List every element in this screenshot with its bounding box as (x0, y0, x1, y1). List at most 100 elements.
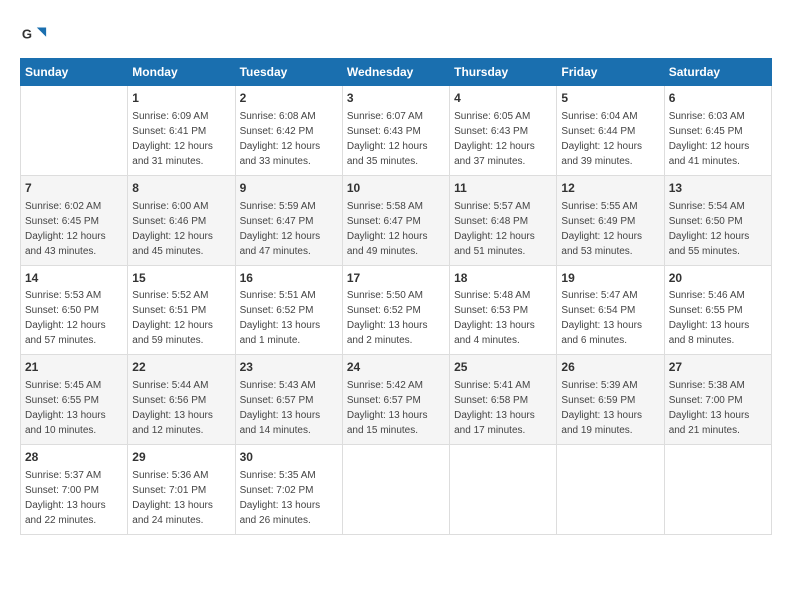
day-info: Sunrise: 6:02 AMSunset: 6:45 PMDaylight:… (25, 199, 123, 259)
day-info: Sunrise: 5:35 AMSunset: 7:02 PMDaylight:… (240, 468, 338, 528)
days-of-week-row: SundayMondayTuesdayWednesdayThursdayFrid… (21, 59, 772, 86)
calendar-cell: 16Sunrise: 5:51 AMSunset: 6:52 PMDayligh… (235, 265, 342, 355)
calendar-week-row: 21 Sunrise: 5:45 AMSunset: 6:55 PMDayligh… (21, 355, 772, 445)
calendar-cell: 11 Sunrise: 5:57 AMSunset: 6:48 PMDayligh… (450, 175, 557, 265)
calendar-cell: 23 Sunrise: 5:43 AMSunset: 6:57 PMDayligh… (235, 355, 342, 445)
calendar-cell: 21 Sunrise: 5:45 AMSunset: 6:55 PMDayligh… (21, 355, 128, 445)
day-number: 16 (240, 270, 338, 287)
calendar-body: 1 Sunrise: 6:09 AMSunset: 6:41 PMDaylight… (21, 86, 772, 535)
calendar-cell: 27 Sunrise: 5:38 AMSunset: 7:00 PMDayligh… (664, 355, 771, 445)
calendar-cell (664, 445, 771, 535)
day-of-week-header: Sunday (21, 59, 128, 86)
logo-icon: G (20, 20, 48, 48)
day-number: 11 (454, 180, 552, 197)
day-info: Sunrise: 5:41 AMSunset: 6:58 PMDaylight:… (454, 378, 552, 438)
day-number: 24 (347, 359, 445, 376)
day-info: Sunrise: 6:00 AMSunset: 6:46 PMDaylight:… (132, 199, 230, 259)
day-info: Sunrise: 5:36 AMSunset: 7:01 PMDaylight:… (132, 468, 230, 528)
calendar-table: SundayMondayTuesdayWednesdayThursdayFrid… (20, 58, 772, 535)
calendar-cell: 8 Sunrise: 6:00 AMSunset: 6:46 PMDaylight… (128, 175, 235, 265)
calendar-cell: 10 Sunrise: 5:58 AMSunset: 6:47 PMDayligh… (342, 175, 449, 265)
day-of-week-header: Friday (557, 59, 664, 86)
calendar-cell: 5 Sunrise: 6:04 AMSunset: 6:44 PMDaylight… (557, 86, 664, 176)
calendar-cell: 15Sunrise: 5:52 AMSunset: 6:51 PMDayligh… (128, 265, 235, 355)
calendar-cell (450, 445, 557, 535)
calendar-cell: 29 Sunrise: 5:36 AMSunset: 7:01 PMDayligh… (128, 445, 235, 535)
calendar-cell: 25 Sunrise: 5:41 AMSunset: 6:58 PMDayligh… (450, 355, 557, 445)
day-info: Sunrise: 6:09 AMSunset: 6:41 PMDaylight:… (132, 109, 230, 169)
header: G (20, 20, 772, 48)
day-of-week-header: Monday (128, 59, 235, 86)
day-number: 12 (561, 180, 659, 197)
day-number: 1 (132, 90, 230, 107)
day-number: 30 (240, 449, 338, 466)
day-info: Sunrise: 5:44 AMSunset: 6:56 PMDaylight:… (132, 378, 230, 438)
calendar-cell: 28Sunrise: 5:37 AMSunset: 7:00 PMDayligh… (21, 445, 128, 535)
day-number: 15 (132, 270, 230, 287)
day-info: Sunrise: 6:08 AMSunset: 6:42 PMDaylight:… (240, 109, 338, 169)
calendar-cell: 9 Sunrise: 5:59 AMSunset: 6:47 PMDaylight… (235, 175, 342, 265)
day-of-week-header: Tuesday (235, 59, 342, 86)
day-number: 18 (454, 270, 552, 287)
calendar-cell (557, 445, 664, 535)
day-number: 6 (669, 90, 767, 107)
svg-text:G: G (22, 27, 32, 42)
day-number: 20 (669, 270, 767, 287)
day-of-week-header: Thursday (450, 59, 557, 86)
day-number: 25 (454, 359, 552, 376)
calendar-cell: 17Sunrise: 5:50 AMSunset: 6:52 PMDayligh… (342, 265, 449, 355)
calendar-cell: 22 Sunrise: 5:44 AMSunset: 6:56 PMDayligh… (128, 355, 235, 445)
calendar-cell: 18Sunrise: 5:48 AMSunset: 6:53 PMDayligh… (450, 265, 557, 355)
calendar-cell: 12 Sunrise: 5:55 AMSunset: 6:49 PMDayligh… (557, 175, 664, 265)
calendar-header: SundayMondayTuesdayWednesdayThursdayFrid… (21, 59, 772, 86)
day-number: 17 (347, 270, 445, 287)
day-info: Sunrise: 5:53 AMSunset: 6:50 PMDaylight:… (25, 288, 123, 348)
day-number: 8 (132, 180, 230, 197)
calendar-week-row: 1 Sunrise: 6:09 AMSunset: 6:41 PMDaylight… (21, 86, 772, 176)
day-number: 27 (669, 359, 767, 376)
calendar-cell: 1 Sunrise: 6:09 AMSunset: 6:41 PMDaylight… (128, 86, 235, 176)
calendar-cell: 19Sunrise: 5:47 AMSunset: 6:54 PMDayligh… (557, 265, 664, 355)
calendar-cell: 6Sunrise: 6:03 AMSunset: 6:45 PMDaylight… (664, 86, 771, 176)
day-number: 23 (240, 359, 338, 376)
day-info: Sunrise: 5:46 AMSunset: 6:55 PMDaylight:… (669, 288, 767, 348)
day-info: Sunrise: 6:04 AMSunset: 6:44 PMDaylight:… (561, 109, 659, 169)
logo: G (20, 20, 52, 48)
day-info: Sunrise: 6:05 AMSunset: 6:43 PMDaylight:… (454, 109, 552, 169)
calendar-cell: 14Sunrise: 5:53 AMSunset: 6:50 PMDayligh… (21, 265, 128, 355)
calendar-week-row: 14Sunrise: 5:53 AMSunset: 6:50 PMDayligh… (21, 265, 772, 355)
day-number: 4 (454, 90, 552, 107)
day-number: 19 (561, 270, 659, 287)
calendar-week-row: 28Sunrise: 5:37 AMSunset: 7:00 PMDayligh… (21, 445, 772, 535)
calendar-cell: 7 Sunrise: 6:02 AMSunset: 6:45 PMDaylight… (21, 175, 128, 265)
day-info: Sunrise: 5:42 AMSunset: 6:57 PMDaylight:… (347, 378, 445, 438)
calendar-cell: 24 Sunrise: 5:42 AMSunset: 6:57 PMDayligh… (342, 355, 449, 445)
day-number: 22 (132, 359, 230, 376)
calendar-cell (342, 445, 449, 535)
calendar-cell: 4 Sunrise: 6:05 AMSunset: 6:43 PMDaylight… (450, 86, 557, 176)
calendar-cell: 20Sunrise: 5:46 AMSunset: 6:55 PMDayligh… (664, 265, 771, 355)
day-number: 3 (347, 90, 445, 107)
day-of-week-header: Wednesday (342, 59, 449, 86)
day-info: Sunrise: 5:45 AMSunset: 6:55 PMDaylight:… (25, 378, 123, 438)
day-info: Sunrise: 5:57 AMSunset: 6:48 PMDaylight:… (454, 199, 552, 259)
day-number: 21 (25, 359, 123, 376)
day-number: 28 (25, 449, 123, 466)
day-info: Sunrise: 5:43 AMSunset: 6:57 PMDaylight:… (240, 378, 338, 438)
calendar-cell: 3 Sunrise: 6:07 AMSunset: 6:43 PMDaylight… (342, 86, 449, 176)
day-number: 29 (132, 449, 230, 466)
day-info: Sunrise: 5:38 AMSunset: 7:00 PMDaylight:… (669, 378, 767, 438)
day-info: Sunrise: 5:55 AMSunset: 6:49 PMDaylight:… (561, 199, 659, 259)
day-info: Sunrise: 5:59 AMSunset: 6:47 PMDaylight:… (240, 199, 338, 259)
calendar-cell: 2Sunrise: 6:08 AMSunset: 6:42 PMDaylight… (235, 86, 342, 176)
day-info: Sunrise: 5:58 AMSunset: 6:47 PMDaylight:… (347, 199, 445, 259)
day-info: Sunrise: 5:52 AMSunset: 6:51 PMDaylight:… (132, 288, 230, 348)
day-number: 5 (561, 90, 659, 107)
day-of-week-header: Saturday (664, 59, 771, 86)
day-number: 9 (240, 180, 338, 197)
day-number: 14 (25, 270, 123, 287)
day-number: 10 (347, 180, 445, 197)
calendar-cell: 30 Sunrise: 5:35 AMSunset: 7:02 PMDayligh… (235, 445, 342, 535)
day-number: 7 (25, 180, 123, 197)
day-info: Sunrise: 6:07 AMSunset: 6:43 PMDaylight:… (347, 109, 445, 169)
